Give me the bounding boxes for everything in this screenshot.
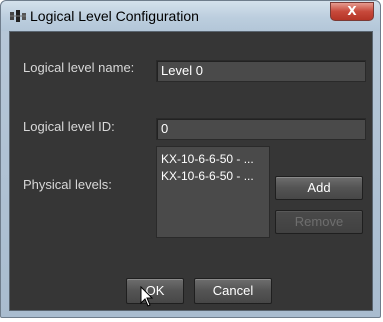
- logical-level-name-input[interactable]: Level 0: [156, 60, 366, 82]
- dialog-window: Logical Level Configuration X Logical le…: [0, 0, 381, 318]
- list-item[interactable]: KX-10-6-6-50 - ...: [161, 168, 269, 185]
- dialog-content: Logical level name: Level 0 Logical leve…: [9, 31, 373, 311]
- logical-level-id-input[interactable]: 0: [156, 118, 366, 140]
- remove-button[interactable]: Remove: [275, 210, 363, 234]
- app-logo-icon: [10, 10, 26, 22]
- logical-level-id-label: Logical level ID:: [23, 119, 115, 134]
- title-bar[interactable]: Logical Level Configuration X: [1, 1, 380, 31]
- physical-levels-label: Physical levels:: [23, 177, 112, 192]
- physical-levels-list[interactable]: KX-10-6-6-50 - ... KX-10-6-6-50 - ...: [156, 146, 270, 238]
- window-title: Logical Level Configuration: [30, 8, 199, 24]
- close-button[interactable]: X: [330, 2, 374, 21]
- mouse-pointer-icon: [140, 286, 154, 307]
- list-item[interactable]: KX-10-6-6-50 - ...: [161, 151, 269, 168]
- add-button[interactable]: Add: [275, 176, 363, 200]
- cancel-button[interactable]: Cancel: [194, 278, 272, 304]
- ok-button[interactable]: OK: [126, 278, 184, 304]
- logical-level-name-label: Logical level name:: [23, 60, 135, 75]
